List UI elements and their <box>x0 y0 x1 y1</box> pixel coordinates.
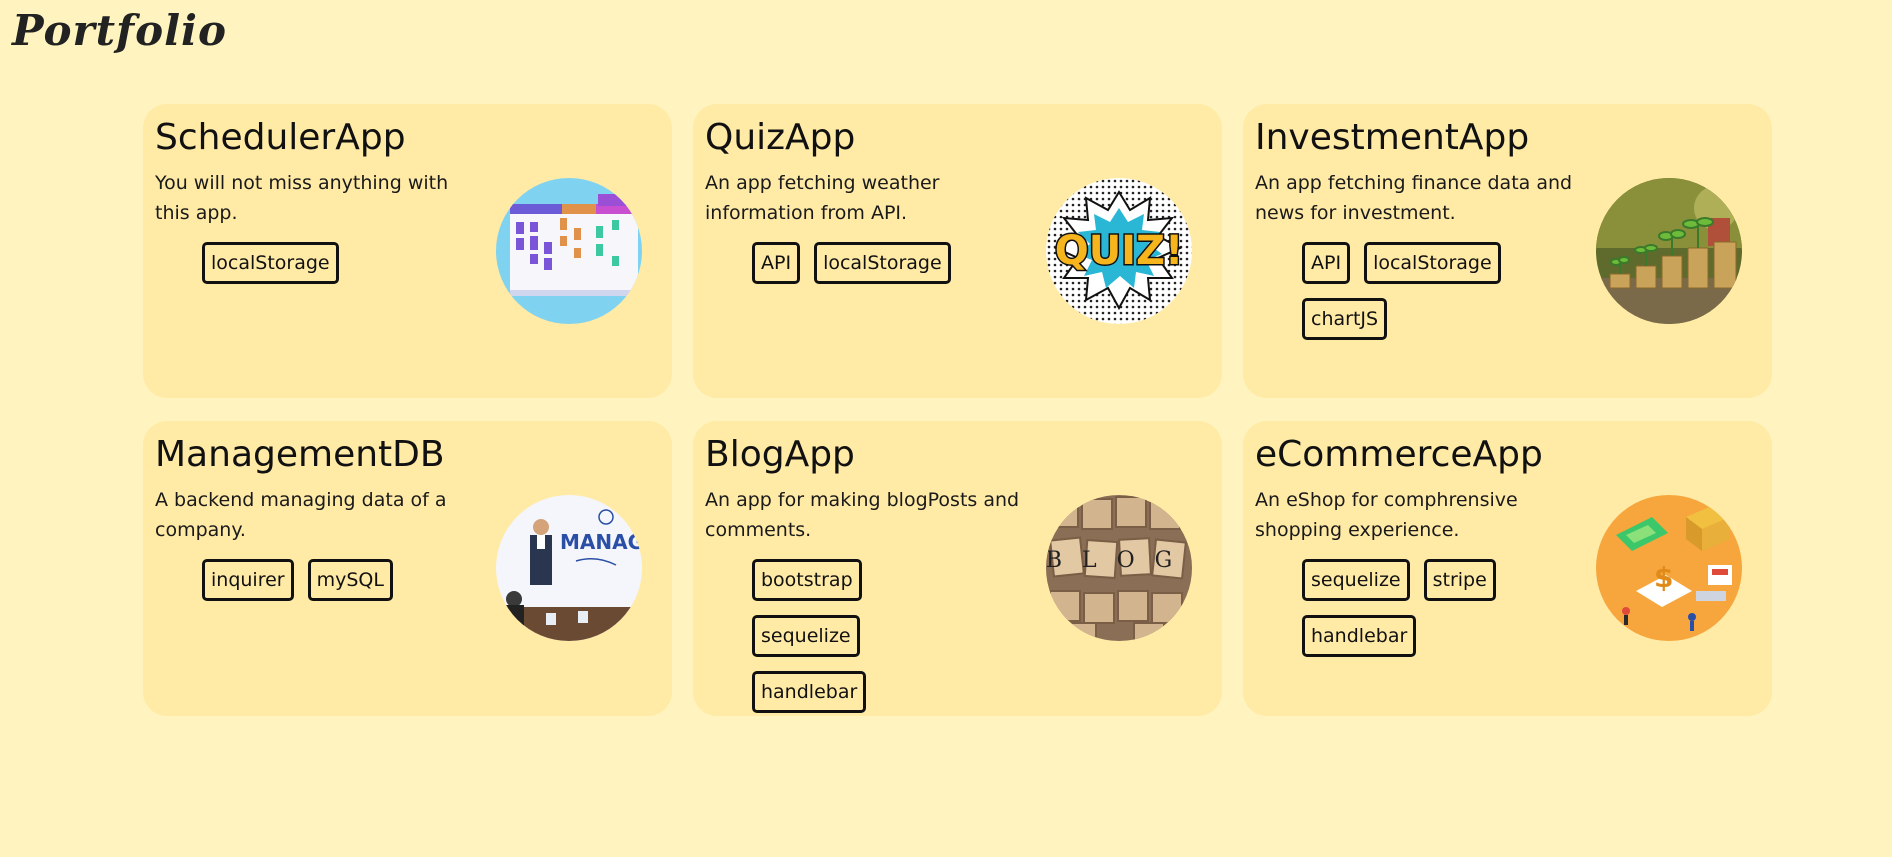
coin-stacks-plants-icon[interactable] <box>1596 178 1742 324</box>
project-description: A backend managing data of a company. <box>155 489 447 541</box>
tag-badge[interactable]: handlebar <box>1302 615 1417 657</box>
tag-badge[interactable]: chartJS <box>1302 298 1388 340</box>
project-title[interactable]: ManagementDB <box>155 433 660 477</box>
project-description: An app for making blogPosts and comments… <box>705 489 1020 541</box>
tag-list: bootstrap sequelize handlebar <box>752 559 982 713</box>
ecommerce-isometric-icon[interactable]: $ <box>1596 495 1742 641</box>
tag-badge[interactable]: localStorage <box>202 242 339 284</box>
project-grid: SchedulerApp You will not miss anything … <box>143 104 1772 716</box>
blog-image-text: BLOG <box>1046 548 1192 573</box>
project-card-investmentapp: InvestmentApp An app fetching finance da… <box>1243 104 1772 398</box>
tag-badge[interactable]: handlebar <box>752 671 867 713</box>
tag-badge[interactable]: localStorage <box>814 242 951 284</box>
project-title[interactable]: eCommerceApp <box>1255 433 1760 477</box>
tag-badge[interactable]: inquirer <box>202 559 294 601</box>
project-title[interactable]: SchedulerApp <box>155 116 660 160</box>
quiz-comic-icon[interactable]: QUIZ! <box>1046 178 1192 324</box>
tag-badge[interactable]: stripe <box>1423 559 1496 601</box>
svg-text:$: $ <box>1654 561 1673 594</box>
project-description: An app fetching weather information from… <box>705 172 940 224</box>
tag-badge[interactable]: sequelize <box>752 615 860 657</box>
tag-badge[interactable]: bootstrap <box>752 559 862 601</box>
calendar-schedule-icon[interactable] <box>496 178 642 324</box>
blog-wooden-tiles-icon[interactable]: BLOG <box>1046 495 1192 641</box>
project-card-quizapp: QuizApp An app fetching weather informat… <box>693 104 1222 398</box>
tag-list: inquirer mySQL <box>202 559 432 601</box>
page-title: Portfolio <box>12 6 228 55</box>
project-card-schedulerapp: SchedulerApp You will not miss anything … <box>143 104 672 398</box>
project-card-blogapp: BlogApp An app for making blogPosts and … <box>693 421 1222 716</box>
project-description: An eShop for comphrensive shopping exper… <box>1255 489 1518 541</box>
project-title[interactable]: BlogApp <box>705 433 1210 477</box>
tag-list: sequelize stripe handlebar <box>1302 559 1532 657</box>
tag-badge[interactable]: API <box>752 242 801 284</box>
project-title[interactable]: InvestmentApp <box>1255 116 1760 160</box>
tag-badge[interactable]: sequelize <box>1302 559 1410 601</box>
management-image-text: MANAGEM <box>560 530 642 554</box>
management-meeting-icon[interactable]: MANAGEM <box>496 495 642 641</box>
project-card-ecommerceapp: eCommerceApp An eShop for comphrensive s… <box>1243 421 1772 716</box>
tag-badge[interactable]: API <box>1302 242 1351 284</box>
tag-list: API localStorage <box>752 242 982 284</box>
tag-badge[interactable]: localStorage <box>1364 242 1501 284</box>
project-card-managementdb: ManagementDB A backend managing data of … <box>143 421 672 716</box>
quiz-image-text: QUIZ! <box>1055 228 1184 274</box>
tag-list: API localStorage chartJS <box>1302 242 1532 340</box>
tag-list: localStorage <box>202 242 432 284</box>
project-description: You will not miss anything with this app… <box>155 172 449 224</box>
project-description: An app fetching finance data and news fo… <box>1255 172 1573 224</box>
project-title[interactable]: QuizApp <box>705 116 1210 160</box>
tag-badge[interactable]: mySQL <box>307 559 393 601</box>
